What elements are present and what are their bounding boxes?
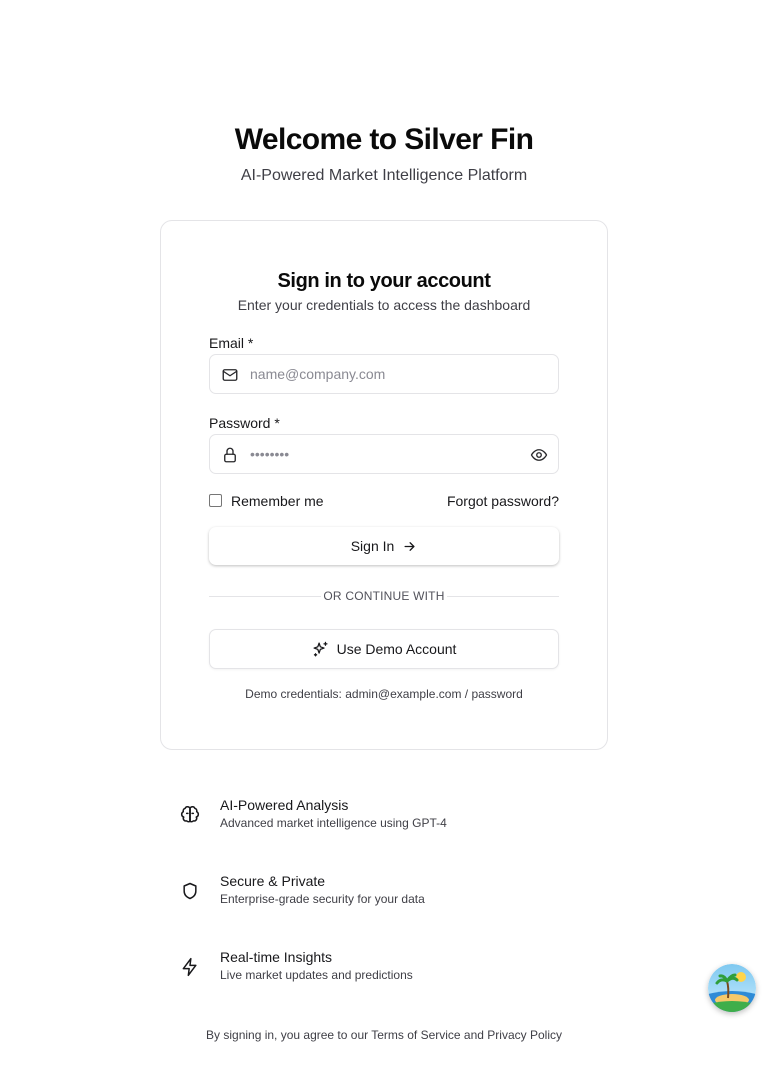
remember-checkbox[interactable] — [209, 494, 222, 507]
password-label: Password * — [209, 415, 280, 431]
sparkles-icon — [313, 641, 328, 657]
feature-realtime: Real-time Insights Live market updates a… — [180, 949, 600, 985]
divider: OR CONTINUE WITH — [209, 589, 559, 603]
island-avatar-icon — [708, 964, 756, 1012]
remember-row: Remember me Forgot password? — [209, 492, 559, 512]
feature-title: Secure & Private — [220, 873, 326, 889]
password-input[interactable] — [250, 435, 520, 473]
footer-prefix: By signing in, you agree to our — [206, 1028, 372, 1042]
remember-label[interactable]: Remember me — [231, 493, 324, 509]
password-field-wrapper — [209, 434, 559, 474]
page-title: Welcome to Silver Fin — [234, 123, 534, 156]
lock-icon — [224, 447, 236, 463]
forgot-password-link[interactable]: Forgot password? — [447, 493, 559, 509]
email-field-wrapper — [209, 354, 559, 394]
feature-description: Advanced market intelligence using GPT-4 — [220, 816, 447, 830]
assistant-button[interactable] — [708, 964, 756, 1012]
brain-icon — [180, 806, 200, 823]
demo-account-button[interactable]: Use Demo Account — [209, 629, 559, 669]
email-label: Email * — [209, 335, 254, 351]
divider-text: OR CONTINUE WITH — [323, 589, 445, 603]
feature-description: Live market updates and predictions — [220, 968, 413, 982]
legal-footer: By signing in, you agree to our Terms of… — [0, 1028, 768, 1042]
feature-ai-analysis: AI-Powered Analysis Advanced market inte… — [180, 797, 600, 833]
footer-and: and — [460, 1028, 488, 1042]
mail-icon — [222, 369, 238, 381]
email-input[interactable] — [250, 355, 520, 393]
terms-link[interactable]: Terms of Service — [371, 1028, 460, 1042]
feature-title: Real-time Insights — [220, 949, 333, 965]
demo-credentials-text: Demo credentials: admin@example.com / pa… — [245, 687, 523, 701]
sign-in-button[interactable]: Sign In — [209, 527, 559, 565]
feature-title: AI-Powered Analysis — [220, 797, 349, 813]
card-subtitle: Enter your credentials to access the das… — [237, 297, 531, 313]
privacy-link[interactable]: Privacy Policy — [487, 1028, 562, 1042]
arrow-right-icon — [404, 541, 415, 551]
page-subtitle: AI-Powered Market Intelligence Platform — [240, 167, 528, 184]
eye-icon[interactable] — [530, 446, 548, 464]
card-title: Sign in to your account — [277, 270, 491, 292]
feature-secure: Secure & Private Enterprise-grade securi… — [180, 873, 600, 909]
sign-in-label: Sign In — [350, 538, 395, 554]
zap-icon — [182, 957, 197, 977]
shield-icon — [183, 882, 197, 900]
signin-card: Sign in to your account Enter your crede… — [160, 220, 608, 750]
feature-description: Enterprise-grade security for your data — [220, 892, 425, 906]
demo-account-label: Use Demo Account — [336, 641, 457, 657]
